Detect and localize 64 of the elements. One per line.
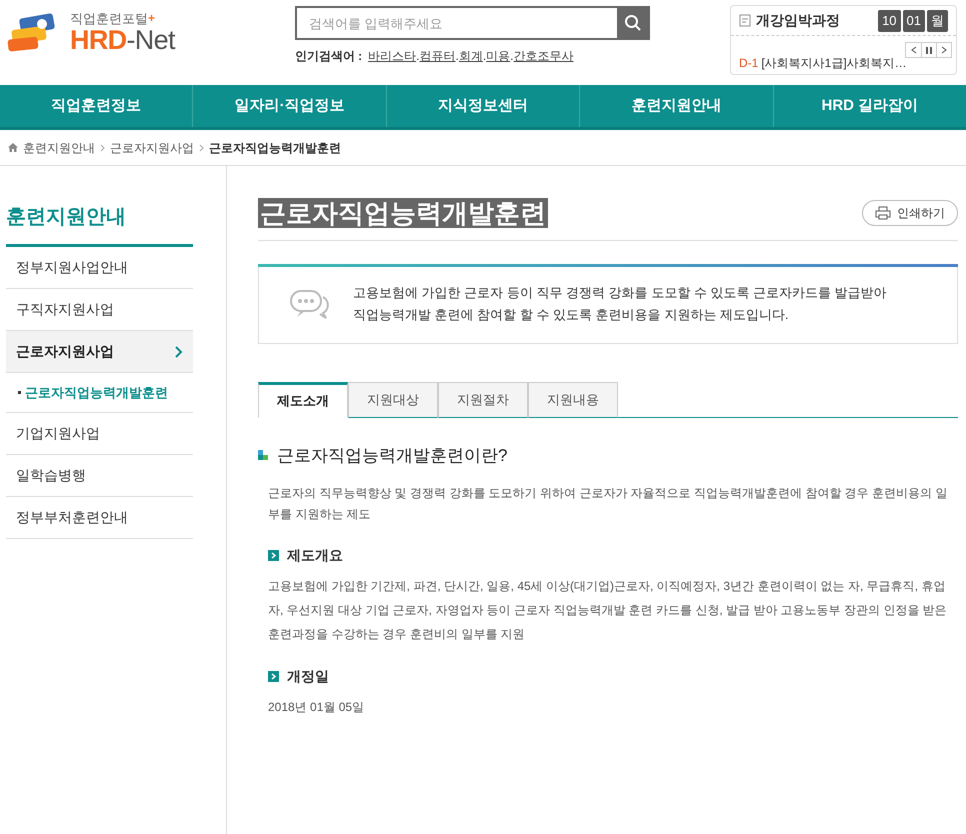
sidebar-title: 훈련지원안내: [6, 166, 193, 247]
course-link[interactable]: [사회복지사1급]사회복지…: [761, 56, 907, 70]
logo-text: HRD: [70, 27, 126, 54]
breadcrumb-link[interactable]: 근로자직업능력개발훈련: [209, 138, 341, 156]
chevron-right-icon: [100, 144, 105, 152]
arrow-bullet-icon: [268, 670, 279, 682]
sidebar-item[interactable]: 정부지원사업안내: [6, 247, 193, 289]
nav-menu-item[interactable]: 직업훈련정보: [0, 85, 192, 127]
chevron-right-icon: [175, 346, 183, 358]
sidebar-subitem[interactable]: 근로자직업능력개발훈련: [6, 373, 193, 413]
printer-icon: [875, 206, 891, 220]
home-icon: [8, 143, 18, 152]
tab[interactable]: 제도소개: [258, 382, 348, 418]
breadcrumb-link[interactable]: 훈련지원안내: [23, 138, 95, 156]
tab[interactable]: 지원내용: [528, 382, 618, 418]
dday-label: D-1: [739, 56, 758, 70]
chevron-left-icon: [910, 46, 916, 54]
separator: .: [510, 48, 514, 65]
page-title: 근로자직업능력개발훈련: [258, 198, 548, 228]
popular-term-link[interactable]: 바리스타: [368, 47, 416, 65]
tab[interactable]: 지원대상: [348, 382, 438, 418]
breadcrumb-link[interactable]: 근로자지원사업: [110, 138, 194, 156]
month-badge: 10: [878, 10, 901, 32]
section-title: 근로자직업능력개발훈련이란?: [277, 445, 508, 467]
logo-subtitle: 직업훈련포털: [70, 12, 148, 25]
separator: .: [482, 48, 486, 65]
bullet-icon: [18, 391, 21, 394]
section-text: 근로자의 직무능력향상 및 경쟁력 강화를 도모하기 위하여 근로자가 자율적으로 직업능력개발훈련에 참여할 경우 훈련비용의 일부를 지원하는 제도: [267, 484, 948, 522]
sidebar-item[interactable]: 일학습병행: [6, 455, 193, 497]
tab[interactable]: 지원절차: [438, 382, 528, 418]
square-bullet-icon: [258, 450, 269, 462]
chevron-right-icon: [941, 46, 947, 54]
pause-icon: [926, 46, 932, 54]
separator: .: [455, 48, 459, 65]
sidebar-item[interactable]: 정부부처훈련안내: [6, 497, 193, 539]
popular-term-link[interactable]: 회계: [458, 47, 483, 65]
panel-title: 개강임박과정: [756, 11, 840, 30]
subsection-text: 고용보험에 가입한 기간제, 파견, 단시간, 일용, 45세 이상(대기업)근로자, 이직예정자, 3년간 훈련이력이 없는 자, 무급휴직, 휴업자, 우선지원 대상 기업 근로자, 자영업자 등이 근로자 직업능력개발 훈련 카드를 신청, 발급 받아 고용노동부 장관의 인정을 받은 훈련과정을 수강하는 경우 훈련비의 일부를 지원: [267, 578, 948, 642]
sidebar-item[interactable]: 근로자지원사업: [6, 331, 193, 373]
day-badge: 01: [902, 10, 925, 32]
nav-menu-item[interactable]: 지식정보센터: [386, 85, 580, 127]
nav-menu-item[interactable]: HRD 길라잡이: [772, 85, 966, 127]
intro-text: 고용보험에 가입한 근로자 등이 직무 경쟁력 강화를 도모할 수 있도록 근로자카드를 발급받아 직업능력개발 훈련에 참여할 할 수 있도록 훈련비용을 지원하는 제도입니다.: [353, 284, 888, 324]
subsection-title: 제도개요: [287, 546, 343, 564]
search-button[interactable]: [616, 6, 650, 40]
popular-label: 인기검색어 :: [294, 48, 362, 65]
popular-term-link[interactable]: 컴퓨터: [419, 47, 456, 65]
popular-term-link[interactable]: 미용: [486, 47, 510, 65]
arrow-bullet-icon: [268, 550, 279, 560]
search-icon: [624, 14, 642, 32]
note-icon: [739, 14, 752, 27]
chevron-right-icon: [199, 144, 204, 152]
subsection-title: 개정일: [287, 666, 329, 686]
subsection-text: 2018년 01월 05일: [267, 698, 366, 716]
sidebar-item[interactable]: 기업지원사업: [6, 413, 193, 455]
weekday-badge: 월: [927, 10, 948, 32]
logo-text-suffix: -Net: [126, 27, 175, 54]
separator: .: [416, 48, 420, 65]
nav-menu-item[interactable]: 일자리·직업정보: [192, 85, 386, 127]
popular-term-link[interactable]: 간호조무사: [514, 47, 574, 65]
plus-mark: +: [148, 12, 156, 24]
nav-menu-item[interactable]: 훈련지원안내: [579, 85, 773, 127]
print-button[interactable]: 인쇄하기: [862, 200, 958, 226]
search-field[interactable]: 검색어를 입력해주세요: [294, 6, 617, 40]
